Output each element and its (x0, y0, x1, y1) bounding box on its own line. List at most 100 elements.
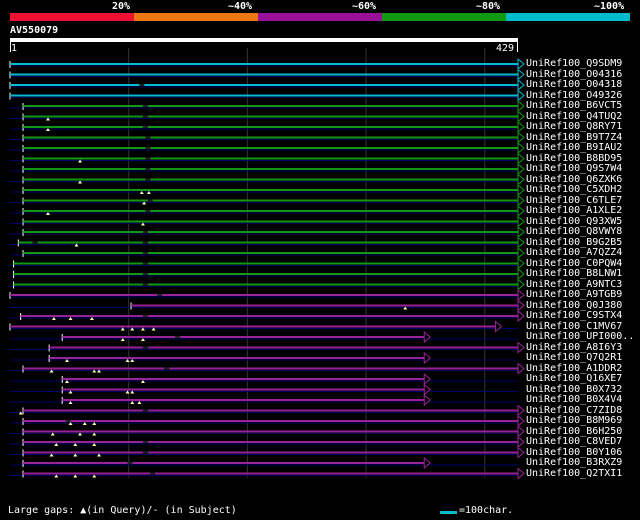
alignment-bar[interactable] (23, 430, 519, 433)
alignment-bar[interactable] (10, 73, 518, 76)
alignment-row[interactable] (10, 372, 518, 386)
alignment-row[interactable] (10, 330, 518, 344)
alignment-row[interactable] (10, 236, 525, 249)
alignment-bar[interactable] (23, 367, 519, 370)
alignment-row[interactable] (10, 183, 525, 197)
alignment-row[interactable] (10, 225, 525, 239)
alignment-bar[interactable] (23, 178, 519, 181)
hit-label[interactable]: UniRef100_C7ZID8 (526, 405, 622, 416)
alignment-row[interactable] (9, 288, 525, 302)
alignment-row[interactable] (10, 215, 525, 228)
alignment-bar[interactable] (13, 262, 518, 265)
hit-label[interactable]: UniRef100_C5XDH2 (526, 184, 622, 195)
alignment-row[interactable] (9, 89, 525, 102)
hit-label[interactable]: UniRef100_O04316 (526, 69, 622, 80)
hit-label[interactable]: UniRef100_C6TLE7 (526, 195, 622, 206)
alignment-bar[interactable] (49, 357, 425, 359)
hit-label[interactable]: UniRef100_O04318 (526, 79, 622, 90)
alignment-bar[interactable] (18, 241, 518, 244)
alignment-row[interactable] (10, 299, 525, 312)
alignment-row[interactable] (10, 99, 525, 113)
alignment-bar[interactable] (62, 336, 425, 338)
hit-label[interactable]: UniRef100_B3RXZ9 (526, 457, 622, 468)
alignment-bar[interactable] (23, 168, 519, 170)
hit-label[interactable]: UniRef100_B0X732 (526, 384, 622, 395)
hit-label[interactable]: UniRef100_A8I6Y3 (526, 342, 622, 353)
alignment-row[interactable] (10, 194, 525, 207)
hit-label[interactable]: UniRef100_Q0J380 (526, 300, 622, 311)
hit-label[interactable]: UniRef100_UPI000.. (526, 331, 634, 342)
alignment-bar[interactable] (10, 94, 518, 97)
alignment-bar[interactable] (10, 84, 518, 86)
hit-label[interactable]: UniRef100_Q16XE7 (526, 373, 622, 384)
alignment-bar[interactable] (23, 231, 519, 233)
alignment-bar[interactable] (20, 315, 518, 317)
alignment-bar[interactable] (10, 325, 496, 328)
alignment-row[interactable] (10, 204, 525, 218)
hit-label[interactable]: UniRef100_A7QZZ4 (526, 247, 622, 258)
hit-label[interactable]: UniRef100_O49326 (526, 90, 622, 101)
alignment-row[interactable] (10, 414, 525, 428)
alignment-bar[interactable] (23, 199, 519, 202)
alignment-row[interactable] (10, 467, 525, 480)
alignment-row[interactable] (10, 393, 518, 407)
hit-label[interactable]: UniRef100_Q93XW5 (526, 216, 622, 227)
hit-label[interactable]: UniRef100_B8LNW1 (526, 268, 622, 279)
hit-label[interactable]: UniRef100_Q4TUQ2 (526, 111, 622, 122)
alignment-bar[interactable] (23, 252, 519, 254)
alignment-bar[interactable] (10, 294, 518, 296)
alignment-row[interactable] (10, 309, 525, 323)
hit-label[interactable]: UniRef100_B8BD95 (526, 153, 622, 164)
hit-label[interactable]: UniRef100_Q9S7W4 (526, 163, 622, 174)
hit-label[interactable]: UniRef100_A1XLE2 (526, 205, 622, 216)
alignment-bar[interactable] (23, 462, 425, 464)
alignment-row[interactable] (10, 246, 525, 260)
hit-label[interactable]: UniRef100_C9STX4 (526, 310, 622, 321)
alignment-row[interactable] (10, 257, 525, 270)
hit-label[interactable]: UniRef100_Q6ZXK6 (526, 174, 622, 185)
hit-label[interactable]: UniRef100_Q8VWY8 (526, 226, 622, 237)
hit-label[interactable]: UniRef100_B6H250 (526, 426, 622, 437)
alignment-row[interactable] (10, 162, 525, 176)
hit-label[interactable]: UniRef100_B9T7Z4 (526, 132, 622, 143)
hit-label[interactable]: UniRef100_C1MV67 (526, 321, 622, 332)
alignment-bar[interactable] (23, 210, 519, 212)
hit-label[interactable]: UniRef100_B9G2B5 (526, 237, 622, 248)
alignment-bar[interactable] (23, 136, 519, 139)
alignment-row[interactable] (10, 341, 525, 354)
alignment-row[interactable] (10, 278, 525, 291)
hit-label[interactable]: UniRef100_Q9SDM9 (526, 58, 622, 69)
alignment-bar[interactable] (49, 346, 519, 349)
alignment-bar[interactable] (23, 105, 519, 107)
alignment-bar[interactable] (23, 220, 519, 223)
alignment-bar[interactable] (13, 273, 518, 275)
hit-label[interactable]: UniRef100_Q8RY71 (526, 121, 622, 132)
hit-label[interactable]: UniRef100_B9IAU2 (526, 142, 622, 153)
hit-label[interactable]: UniRef100_B8M969 (526, 415, 622, 426)
alignment-bar[interactable] (13, 283, 518, 286)
alignment-row[interactable] (10, 383, 518, 396)
alignment-bar[interactable] (23, 441, 519, 443)
alignment-row[interactable] (10, 141, 525, 155)
alignment-row[interactable] (10, 435, 525, 449)
alignment-row[interactable] (10, 425, 525, 438)
alignment-row[interactable] (10, 110, 525, 123)
alignment-bar[interactable] (62, 399, 425, 401)
alignment-row[interactable] (9, 57, 525, 71)
alignment-bar[interactable] (23, 157, 519, 160)
alignment-row[interactable] (10, 362, 525, 375)
alignment-bar[interactable] (23, 147, 519, 149)
alignment-bar[interactable] (23, 451, 519, 454)
alignment-row[interactable] (9, 78, 525, 92)
alignment-row[interactable] (10, 152, 525, 165)
hit-label[interactable]: UniRef100_C0PQW4 (526, 258, 622, 269)
alignment-row[interactable] (10, 120, 525, 134)
alignment-bar[interactable] (23, 115, 519, 118)
alignment-bar[interactable] (23, 472, 519, 475)
hit-label[interactable]: UniRef100_Q2TXI1 (526, 468, 622, 479)
alignment-bar[interactable] (62, 388, 425, 391)
hit-label[interactable]: UniRef100_C8VED7 (526, 436, 622, 447)
alignment-row[interactable] (9, 320, 518, 333)
alignment-bar[interactable] (10, 63, 518, 65)
alignment-bar[interactable] (23, 409, 519, 412)
